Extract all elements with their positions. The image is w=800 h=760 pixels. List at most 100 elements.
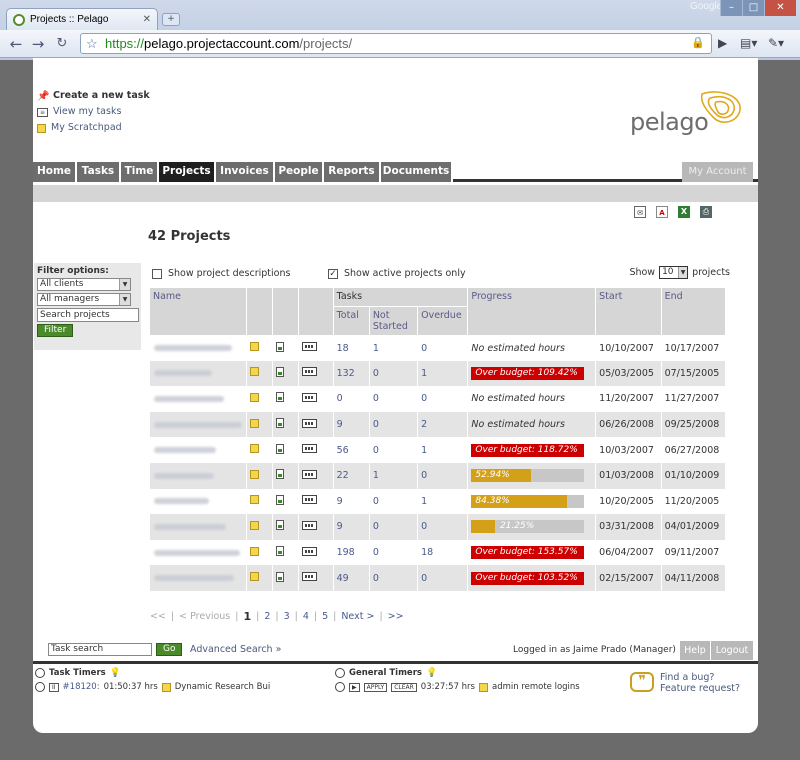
col-start[interactable]: Start <box>595 288 662 336</box>
page-size-select[interactable]: 10 ▼ <box>659 266 689 279</box>
create-task-link[interactable]: 📌 Create a new task <box>37 88 150 104</box>
nav-people[interactable]: People <box>275 162 324 182</box>
my-account-button[interactable]: My Account <box>682 162 753 182</box>
total-tasks[interactable]: 198 <box>333 539 370 566</box>
timesheet-icon[interactable] <box>302 469 318 479</box>
document-icon[interactable] <box>276 366 285 377</box>
show-active-option[interactable]: ✓ Show active projects only <box>328 268 466 279</box>
timesheet-icon[interactable] <box>302 546 318 556</box>
overdue-tasks[interactable]: 2 <box>417 411 469 438</box>
total-tasks[interactable]: 22 <box>333 462 370 489</box>
client-select[interactable]: All clients ▼ <box>37 278 131 291</box>
not-started-tasks[interactable]: 1 <box>369 462 419 489</box>
project-name[interactable] <box>150 386 248 412</box>
note-icon[interactable] <box>250 342 260 352</box>
help-button[interactable]: Help <box>680 641 710 660</box>
not-started-tasks[interactable]: 0 <box>369 437 419 463</box>
page-menu-icon[interactable]: ▤▾ <box>740 36 757 50</box>
document-icon[interactable] <box>276 571 285 582</box>
timer-icon[interactable] <box>335 682 345 692</box>
table-row[interactable]: 22 1 0 52.94% 01/03/2008 01/10/2009 <box>150 462 727 489</box>
pause-icon[interactable]: II <box>49 682 59 692</box>
note-icon[interactable] <box>250 444 260 454</box>
task-search-input[interactable]: Task search <box>48 643 152 656</box>
find-bug-link[interactable]: Find a bug? <box>660 672 740 683</box>
total-tasks[interactable]: 18 <box>333 335 370 361</box>
nav-reports[interactable]: Reports <box>324 162 381 182</box>
overdue-tasks[interactable]: 0 <box>417 514 469 540</box>
not-started-tasks[interactable]: 0 <box>369 514 419 540</box>
document-icon[interactable] <box>276 418 285 429</box>
table-row[interactable]: 198 0 18 Over budget: 153.57% 06/04/2007 09/1… <box>150 539 727 566</box>
note-icon[interactable] <box>250 469 260 479</box>
note-icon[interactable] <box>250 520 260 530</box>
overdue-tasks[interactable]: 18 <box>417 539 469 566</box>
nav-home[interactable]: Home <box>33 162 77 182</box>
pdf-icon[interactable]: A <box>656 206 668 218</box>
note-icon[interactable] <box>478 682 488 692</box>
not-started-tasks[interactable]: 0 <box>369 386 419 412</box>
table-row[interactable]: 132 0 1 Over budget: 109.42% 05/03/2005 07/15… <box>150 360 727 387</box>
project-name[interactable] <box>150 335 248 361</box>
total-tasks[interactable]: 0 <box>333 386 370 412</box>
table-row[interactable]: 0 0 0 No estimated hours 11/20/2007 11/27/200… <box>150 386 727 412</box>
back-icon[interactable]: ← <box>6 34 26 54</box>
note-icon[interactable] <box>250 572 260 582</box>
timesheet-icon[interactable] <box>302 572 318 582</box>
pager-last[interactable]: >> <box>388 611 404 622</box>
wrench-icon[interactable]: ✎▾ <box>768 36 784 50</box>
timesheet-icon[interactable] <box>302 520 318 530</box>
overdue-tasks[interactable]: 0 <box>417 565 469 591</box>
scratchpad-link[interactable]: My Scratchpad <box>37 120 150 136</box>
forward-icon[interactable]: → <box>28 34 48 54</box>
play-icon[interactable]: ▶ <box>349 682 360 692</box>
table-row[interactable]: 56 0 1 Over budget: 118.72% 10/03/2007 06/27/… <box>150 437 727 463</box>
nav-tasks[interactable]: Tasks <box>77 162 121 182</box>
table-row[interactable]: 9 0 0 21.25% 03/31/2008 04/01/2009 <box>150 514 727 540</box>
task-timer-id[interactable]: #18120: <box>63 682 100 692</box>
note-icon[interactable] <box>250 495 260 505</box>
document-icon[interactable] <box>276 443 285 454</box>
not-started-tasks[interactable]: 0 <box>369 411 419 438</box>
show-descriptions-checkbox[interactable] <box>152 268 162 279</box>
project-name[interactable] <box>150 514 248 540</box>
manager-select[interactable]: All managers ▼ <box>37 293 131 306</box>
new-tab-button[interactable]: + <box>162 13 180 26</box>
timesheet-icon[interactable] <box>302 392 318 402</box>
not-started-tasks[interactable]: 0 <box>369 488 419 515</box>
document-icon[interactable] <box>276 494 285 505</box>
note-icon[interactable] <box>250 392 260 402</box>
address-bar[interactable]: ☆ https://pelago.projectaccount.com/proj… <box>80 33 712 54</box>
total-tasks[interactable]: 9 <box>333 488 370 515</box>
project-name[interactable] <box>150 539 248 566</box>
pager-next[interactable]: Next > <box>341 611 374 622</box>
project-name[interactable] <box>150 360 248 387</box>
close-window-icon[interactable]: ✕ <box>764 0 796 16</box>
overdue-tasks[interactable]: 1 <box>417 437 469 463</box>
browser-tab[interactable]: Projects :: Pelago ✕ <box>6 8 158 30</box>
timesheet-icon[interactable] <box>302 342 318 352</box>
table-row[interactable]: 18 1 0 No estimated hours 10/10/2007 10/17/20… <box>150 335 727 361</box>
timesheet-icon[interactable] <box>302 418 318 428</box>
go-button[interactable]: Go <box>156 643 183 656</box>
go-arrow-icon[interactable]: ▶ <box>718 36 727 50</box>
close-tab-icon[interactable]: ✕ <box>143 14 151 25</box>
not-started-tasks[interactable]: 0 <box>369 565 419 591</box>
feature-request-link[interactable]: Feature request? <box>660 683 740 694</box>
show-active-checkbox[interactable]: ✓ <box>328 268 338 279</box>
document-icon[interactable] <box>276 341 285 352</box>
advanced-search-link[interactable]: Advanced Search » <box>190 644 281 655</box>
note-icon[interactable] <box>161 682 171 692</box>
lock-icon[interactable]: 🔒 <box>691 34 705 53</box>
minimize-icon[interactable]: – <box>720 0 742 16</box>
table-row[interactable]: 9 0 1 84.38% 10/20/2005 11/20/2005 <box>150 488 727 515</box>
overdue-tasks[interactable]: 0 <box>417 335 469 361</box>
col-name[interactable]: Name <box>150 288 248 336</box>
nav-invoices[interactable]: Invoices <box>216 162 275 182</box>
overdue-tasks[interactable]: 1 <box>417 360 469 387</box>
excel-icon[interactable]: X <box>678 206 690 218</box>
timesheet-icon[interactable] <box>302 495 318 505</box>
total-tasks[interactable]: 9 <box>333 411 370 438</box>
print-icon[interactable]: ⎙ <box>700 206 712 218</box>
project-name[interactable] <box>150 462 248 489</box>
